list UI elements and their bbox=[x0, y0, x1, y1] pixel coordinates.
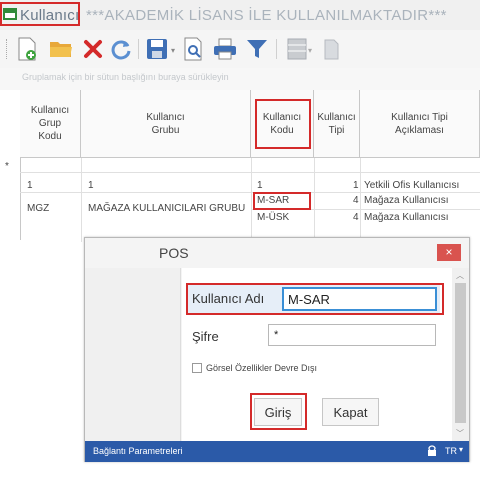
col-divider bbox=[81, 158, 82, 242]
layout-icon[interactable] bbox=[284, 36, 310, 62]
pos-login-dialog: POS × Kullanıcı Adı M-SAR Şifre * Görsel… bbox=[84, 237, 470, 462]
checkbox-label: Görsel Özellikler Devre Dışı bbox=[206, 363, 318, 373]
cell-grup-kodu: 1 bbox=[27, 180, 33, 191]
scrollbar-thumb[interactable] bbox=[455, 283, 466, 423]
cell-kodu: M-ÜSK bbox=[257, 212, 290, 223]
chevron-down-icon[interactable]: ▾ bbox=[171, 46, 175, 55]
column-header-grubu[interactable]: Kullanıcı Grubu bbox=[81, 90, 251, 158]
close-button[interactable]: Kapat bbox=[322, 398, 379, 426]
login-highlight-box bbox=[250, 393, 307, 430]
column-header-grup-kodu[interactable]: Kullanıcı Grup Kodu bbox=[20, 90, 81, 158]
password-label: Şifre bbox=[192, 329, 219, 344]
row-highlight-box bbox=[253, 192, 311, 210]
header-label: Kullanıcı Grubu bbox=[146, 111, 185, 136]
toolbar-separator bbox=[138, 39, 139, 59]
header-label: Kullanıcı Grup Kodu bbox=[30, 105, 70, 142]
preview-icon[interactable] bbox=[180, 36, 206, 62]
group-by-hint[interactable]: Gruplamak için bir sütun başlığını buray… bbox=[0, 68, 480, 90]
title-highlight-box bbox=[0, 2, 80, 26]
title-bar: Kullanıcı ***AKADEMİK LİSANS İLE KULLANI… bbox=[0, 0, 480, 30]
scroll-down-icon[interactable]: ﹀ bbox=[456, 428, 464, 439]
chevron-down-icon[interactable]: ▾ bbox=[308, 46, 312, 55]
copy-icon[interactable] bbox=[318, 36, 344, 62]
license-notice: ***AKADEMİK LİSANS İLE KULLANILMAKTADIR*… bbox=[86, 7, 447, 24]
keyboard-icon[interactable] bbox=[427, 445, 437, 461]
col-divider bbox=[251, 158, 252, 242]
col-divider bbox=[314, 158, 315, 242]
cell-grubu: 1 bbox=[88, 180, 94, 191]
row-divider bbox=[20, 192, 480, 193]
header-label: Kullanıcı Tipi bbox=[317, 111, 356, 136]
language-selector[interactable]: TR bbox=[445, 446, 457, 456]
password-field[interactable]: * bbox=[268, 324, 436, 346]
delete-icon[interactable] bbox=[80, 36, 106, 62]
connection-params-link[interactable]: Bağlantı Parametreleri bbox=[93, 446, 183, 456]
refresh-icon[interactable] bbox=[108, 36, 134, 62]
cell-aciklama: Yetkili Ofis Kullanıcısı bbox=[364, 180, 460, 191]
dialog-title-bar: POS × bbox=[85, 238, 469, 268]
cell-kodu: 1 bbox=[257, 180, 263, 191]
filter-icon[interactable] bbox=[244, 36, 270, 62]
scroll-up-icon[interactable]: ︿ bbox=[456, 270, 464, 281]
visual-effects-checkbox[interactable] bbox=[192, 363, 202, 373]
cell-grubu: MAĞAZA KULLANICILARI GRUBU bbox=[88, 203, 246, 214]
toolbar: ▾ ▾ bbox=[0, 30, 480, 68]
open-folder-icon[interactable] bbox=[48, 36, 74, 62]
column-header-tipi[interactable]: Kullanıcı Tipi bbox=[314, 90, 360, 158]
new-icon[interactable] bbox=[14, 36, 40, 62]
column-header-aciklama[interactable]: Kullanıcı Tipi Açıklaması bbox=[360, 90, 480, 158]
chevron-down-icon[interactable]: ▾ bbox=[459, 445, 463, 454]
group-hint-text: Gruplamak için bir sütun başlığını buray… bbox=[22, 72, 229, 82]
toolbar-grip bbox=[6, 39, 9, 59]
close-icon[interactable]: × bbox=[437, 244, 461, 261]
dialog-status-bar: Bağlantı Parametreleri TR ▾ bbox=[85, 441, 469, 462]
toolbar-separator bbox=[276, 39, 277, 59]
cell-aciklama: Mağaza Kullanıcısı bbox=[364, 212, 449, 223]
row-divider bbox=[20, 172, 480, 173]
save-icon[interactable] bbox=[144, 36, 170, 62]
cell-grup-kodu: MGZ bbox=[27, 203, 50, 214]
print-icon[interactable] bbox=[212, 36, 238, 62]
header-highlight-box bbox=[255, 99, 311, 149]
cell-tipi: 1 bbox=[353, 180, 359, 191]
dialog-title: POS bbox=[159, 245, 189, 261]
cell-tipi: 4 bbox=[353, 212, 359, 223]
cell-aciklama: Mağaza Kullanıcısı bbox=[364, 195, 449, 206]
header-label: Kullanıcı Tipi Açıklaması bbox=[391, 111, 448, 136]
filter-row-marker: * bbox=[5, 161, 9, 172]
col-divider bbox=[360, 158, 361, 242]
username-highlight-box bbox=[186, 283, 444, 315]
dialog-side-panel bbox=[85, 268, 181, 441]
login-form: Kullanıcı Adı M-SAR Şifre * Görsel Özell… bbox=[182, 268, 452, 441]
password-value: * bbox=[274, 329, 279, 341]
cell-tipi: 4 bbox=[353, 195, 359, 206]
